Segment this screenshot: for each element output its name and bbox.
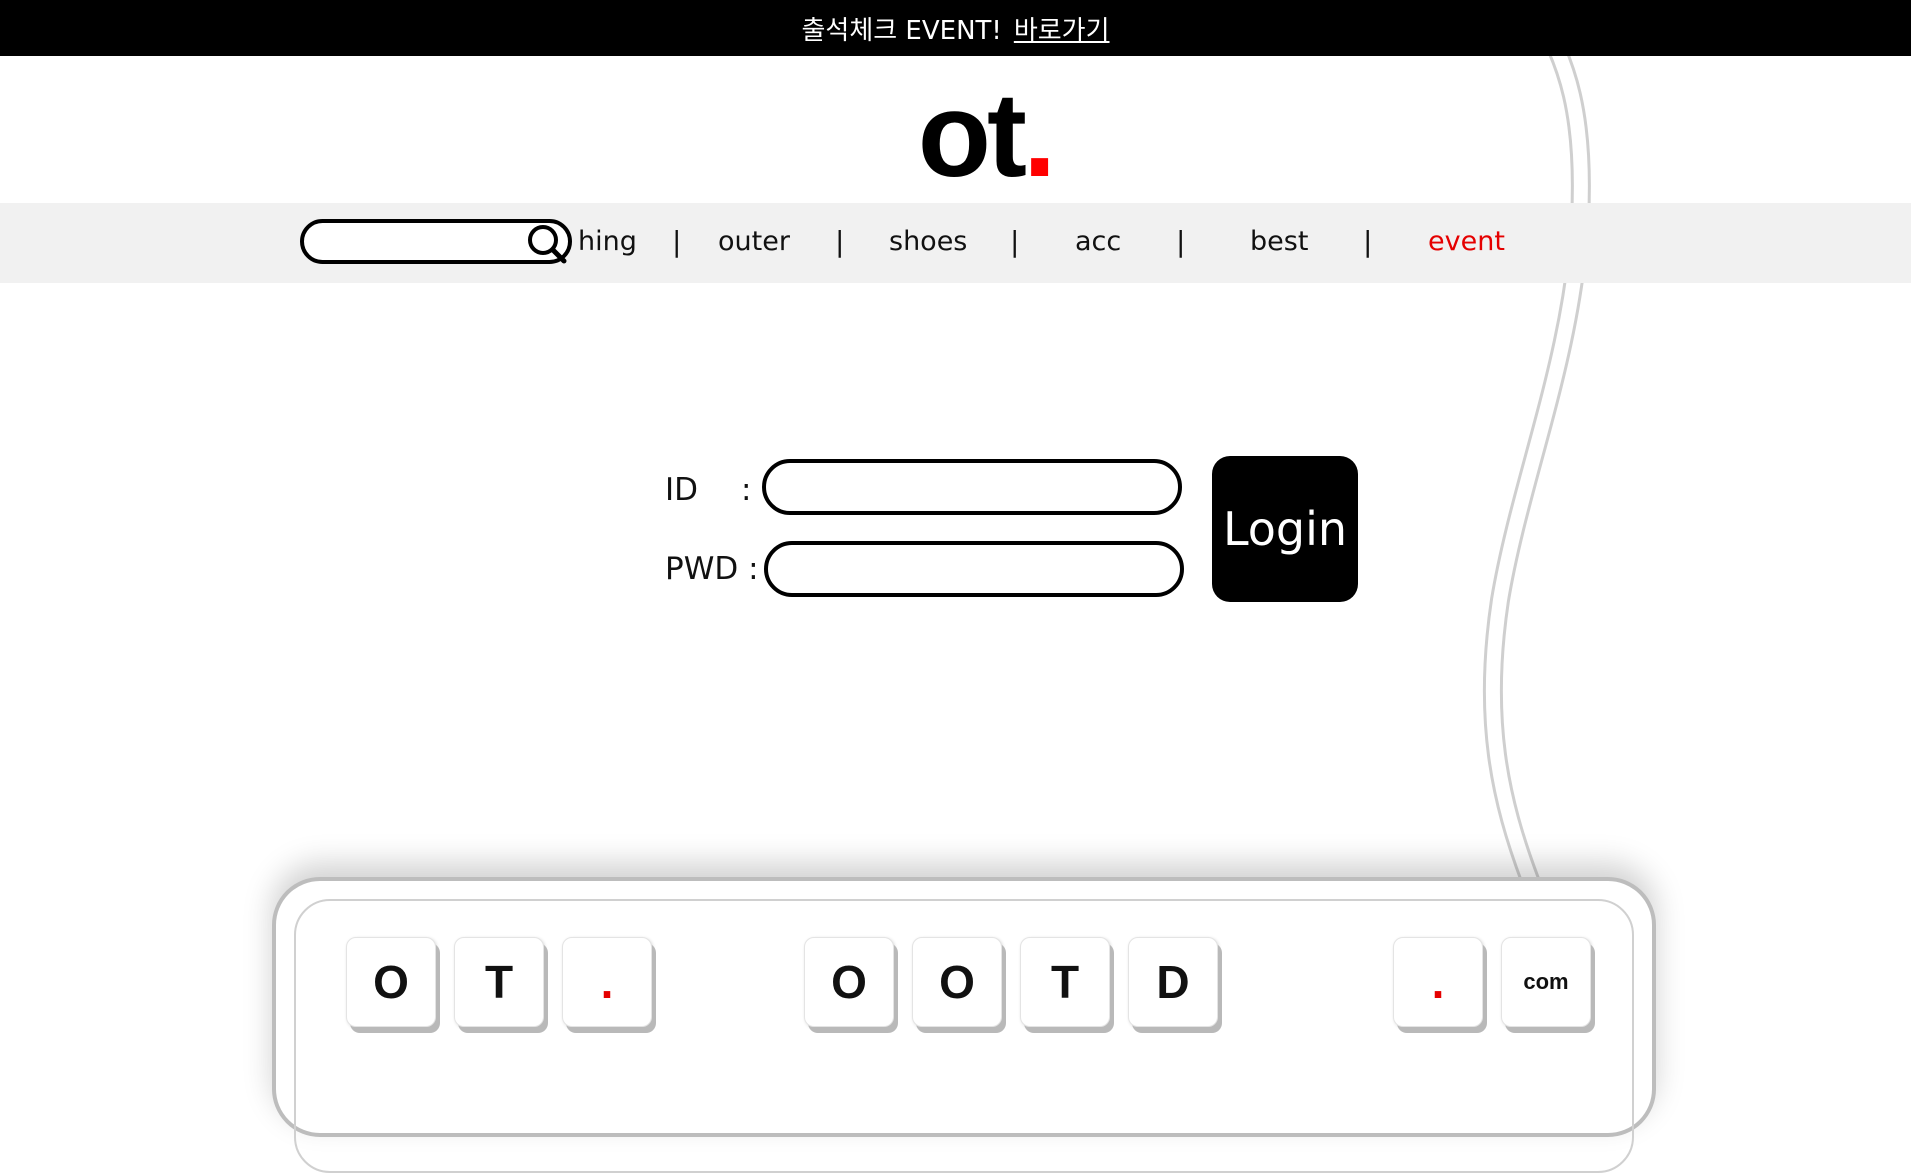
id-field	[762, 459, 1182, 515]
nav-separator: |	[1176, 225, 1186, 258]
site-logo[interactable]: ot.	[0, 60, 1911, 210]
search-icon[interactable]	[526, 223, 570, 267]
keyboard-key-d: D	[1128, 937, 1218, 1027]
id-label: ID	[665, 472, 699, 508]
nav-separator: |	[1363, 225, 1373, 258]
event-banner: 출석체크 EVENT! 바로가기	[0, 0, 1911, 56]
nav-item-event[interactable]: event	[1428, 222, 1505, 262]
nav-separator: |	[1010, 225, 1020, 258]
pwd-field	[764, 541, 1184, 597]
pwd-label: PWD :	[665, 551, 759, 587]
login-button[interactable]: Login	[1212, 456, 1358, 602]
nav-item-shoes[interactable]: shoes	[889, 222, 967, 262]
keyboard-key-dot: .	[1393, 937, 1483, 1027]
id-colon: :	[741, 472, 752, 508]
keyboard-key-com: com	[1501, 937, 1591, 1027]
logo-text: ot	[917, 68, 1027, 202]
nav-item-clothing[interactable]: hing	[578, 222, 637, 262]
nav-item-acc[interactable]: acc	[1075, 222, 1121, 262]
keyboard-key-o: O	[912, 937, 1002, 1027]
pwd-input[interactable]	[786, 553, 1160, 589]
keyboard-key-o: O	[346, 937, 436, 1027]
keyboard-key-t: T	[1020, 937, 1110, 1027]
keyboard-key-dot: .	[562, 937, 652, 1027]
nav-separator: |	[835, 225, 845, 258]
keyboard-key-t: T	[454, 937, 544, 1027]
id-input[interactable]	[784, 471, 1158, 507]
search-input[interactable]	[318, 229, 522, 259]
nav-item-best[interactable]: best	[1250, 222, 1308, 262]
event-banner-link[interactable]: 바로가기	[1014, 10, 1110, 47]
nav-item-outer[interactable]: outer	[718, 222, 790, 262]
logo-dot: .	[1022, 68, 1056, 202]
event-banner-text: 출석체크 EVENT!	[801, 15, 1002, 46]
search-box	[300, 219, 572, 264]
keyboard-key-o: O	[804, 937, 894, 1027]
nav-separator: |	[672, 225, 682, 258]
